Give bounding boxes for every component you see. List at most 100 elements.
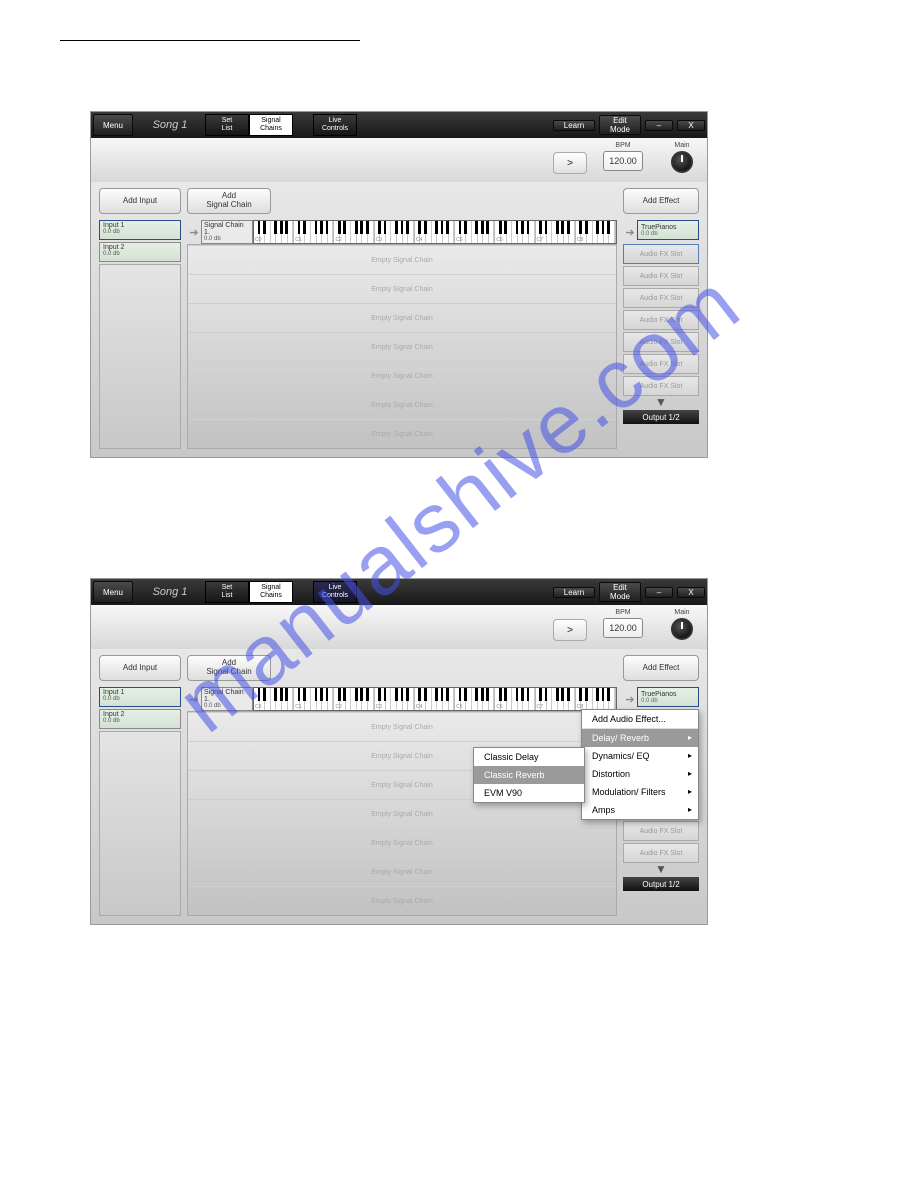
route-arrow-down-icon: ▼ [623,398,699,408]
empty-chain-row[interactable]: Empty Signal Chain [188,828,616,857]
input-1[interactable]: Input 1 0.0 db [99,220,181,240]
learn-button[interactable]: Learn [553,120,595,131]
tab-signal-chains[interactable]: Signal Chains [249,114,293,136]
play-button[interactable]: > [553,152,587,174]
fx-slot[interactable]: Audio FX Slot [623,843,699,863]
fx-slot-selected[interactable]: Audio FX Slot [623,244,699,264]
tab-live-controls[interactable]: Live Controls [313,114,357,136]
output-bar[interactable]: Output 1/2 [623,410,699,424]
empty-chain-row[interactable]: Empty Signal Chain [188,857,616,886]
route-arrow-icon: ➔ [623,220,637,244]
learn-button[interactable]: Learn [553,587,595,598]
main-volume-knob[interactable] [671,618,693,640]
input-2[interactable]: Input 2 0.0 db [99,709,181,729]
ctx-item-amps[interactable]: Amps▸ [582,801,698,819]
output-bar[interactable]: Output 1/2 [623,877,699,891]
fx-slot[interactable]: Audio FX Slot [623,821,699,841]
play-button[interactable]: > [553,619,587,641]
body: Add Input Input 1 0.0 db Input 2 0.0 db … [91,182,707,457]
effect-name: TruePianos [641,224,677,231]
chain-level: 0.0 db [204,236,250,242]
bpm-label: BPM [603,142,643,149]
keyboard-range[interactable]: C0 C1 C2 C3 C4 C5 C6 C7 C8 [253,687,617,711]
ctx-header: Add Audio Effect... [582,710,698,729]
ctx-item-dynamics-eq[interactable]: Dynamics/ EQ▸ [582,747,698,765]
add-effect-button[interactable]: Add Effect [623,188,699,214]
context-submenu-delay-reverb: Classic Delay Classic Reverb EVM V90 [473,747,585,803]
effect-truepianos[interactable]: TruePianos 0.0 db [637,687,699,707]
route-arrow-icon: ➔ [623,687,637,711]
fx-slot[interactable]: Audio FX Slot [623,332,699,352]
song-title: Song 1 [135,112,205,138]
bpm-field[interactable]: 120.00 [603,151,643,171]
close-button[interactable]: X [677,120,705,131]
main-volume-knob[interactable] [671,151,693,173]
fx-slot[interactable]: Audio FX Slot [623,310,699,330]
ctx-sub-classic-reverb[interactable]: Classic Reverb [474,766,584,784]
ctx-item-modulation-filters[interactable]: Modulation/ Filters▸ [582,783,698,801]
submenu-caret-icon: ▸ [688,805,692,814]
empty-chain-row[interactable]: Empty Signal Chain [188,799,616,828]
keyboard-range[interactable]: C0 C1 C2 C3 C4 C5 C6 C7 C8 [253,220,617,244]
route-arrow-down-icon: ▼ [623,865,699,875]
tab-setlist[interactable]: Set List [205,114,249,136]
titlebar: Menu Song 1 Set List Signal Chains Live … [91,579,707,605]
fx-slot[interactable]: Audio FX Slot [623,354,699,374]
close-button[interactable]: X [677,587,705,598]
empty-chain-row[interactable]: Empty Signal Chain [188,886,616,915]
menu-button[interactable]: Menu [93,581,133,603]
tab-setlist[interactable]: Set List [205,581,249,603]
empty-chain-row[interactable]: Empty Signal Chain [188,419,616,448]
input-2[interactable]: Input 2 0.0 db [99,242,181,262]
fx-slot[interactable]: Audio FX Slot [623,376,699,396]
signal-chain-1[interactable]: Signal Chain 1. 0.0 db [201,220,253,244]
titlebar: Menu Song 1 Set List Signal Chains Live … [91,112,707,138]
main-label: Main [671,609,693,616]
input-1[interactable]: Input 1 0.0 db [99,687,181,707]
ctx-item-delay-reverb[interactable]: Delay/ Reverb▸ [582,729,698,747]
signal-chain-1[interactable]: Signal Chain 1. 0.0 db [201,687,253,711]
ctx-sub-classic-delay[interactable]: Classic Delay [474,748,584,766]
minimize-button[interactable]: – [645,587,673,598]
fx-slot[interactable]: Audio FX Slot [623,288,699,308]
menu-button[interactable]: Menu [93,114,133,136]
add-input-button[interactable]: Add Input [99,188,181,214]
transport-bar: > BPM 120.00 Main [91,138,707,182]
submenu-caret-icon: ▸ [688,769,692,778]
song-title: Song 1 [135,579,205,605]
tab-live-controls[interactable]: Live Controls [313,581,357,603]
main-label: Main [671,142,693,149]
app-window-1: Menu Song 1 Set List Signal Chains Live … [90,111,708,458]
empty-chain-row[interactable]: Empty Signal Chain [188,274,616,303]
minimize-button[interactable]: – [645,120,673,131]
fx-slot[interactable]: Audio FX Slot [623,266,699,286]
edit-mode-button[interactable]: Edit Mode [599,582,641,602]
submenu-caret-icon: ▸ [688,733,692,742]
route-arrow-icon: ➔ [187,220,201,244]
empty-chain-row[interactable]: Empty Signal Chain [188,361,616,390]
bpm-field[interactable]: 120.00 [603,618,643,638]
empty-chain-row[interactable]: Empty Signal Chain [188,712,616,741]
empty-chains: Empty Signal Chain Empty Signal Chain Em… [187,244,617,449]
effect-level: 0.0 db [641,231,658,237]
edit-mode-button[interactable]: Edit Mode [599,115,641,135]
tab-signal-chains[interactable]: Signal Chains [249,581,293,603]
add-signal-chain-button[interactable]: Add Signal Chain [187,655,271,681]
add-effect-button[interactable]: Add Effect [623,655,699,681]
add-input-button[interactable]: Add Input [99,655,181,681]
inputs-empty-area [99,264,181,449]
ctx-item-distortion[interactable]: Distortion▸ [582,765,698,783]
chain-name: Signal Chain 1. [204,222,250,236]
input-2-name: Input 2 [103,244,177,251]
empty-chain-row[interactable]: Empty Signal Chain [188,303,616,332]
empty-chain-row[interactable]: Empty Signal Chain [188,245,616,274]
bpm-label: BPM [603,609,643,616]
empty-chain-row[interactable]: Empty Signal Chain [188,390,616,419]
ctx-sub-evm-v90[interactable]: EVM V90 [474,784,584,802]
input-1-name: Input 1 [103,222,177,229]
header-rule [60,40,360,41]
empty-chain-row[interactable]: Empty Signal Chain [188,332,616,361]
context-menu-add-effect: Add Audio Effect... Delay/ Reverb▸ Dynam… [581,709,699,820]
effect-truepianos[interactable]: TruePianos 0.0 db [637,220,699,240]
add-signal-chain-button[interactable]: Add Signal Chain [187,188,271,214]
